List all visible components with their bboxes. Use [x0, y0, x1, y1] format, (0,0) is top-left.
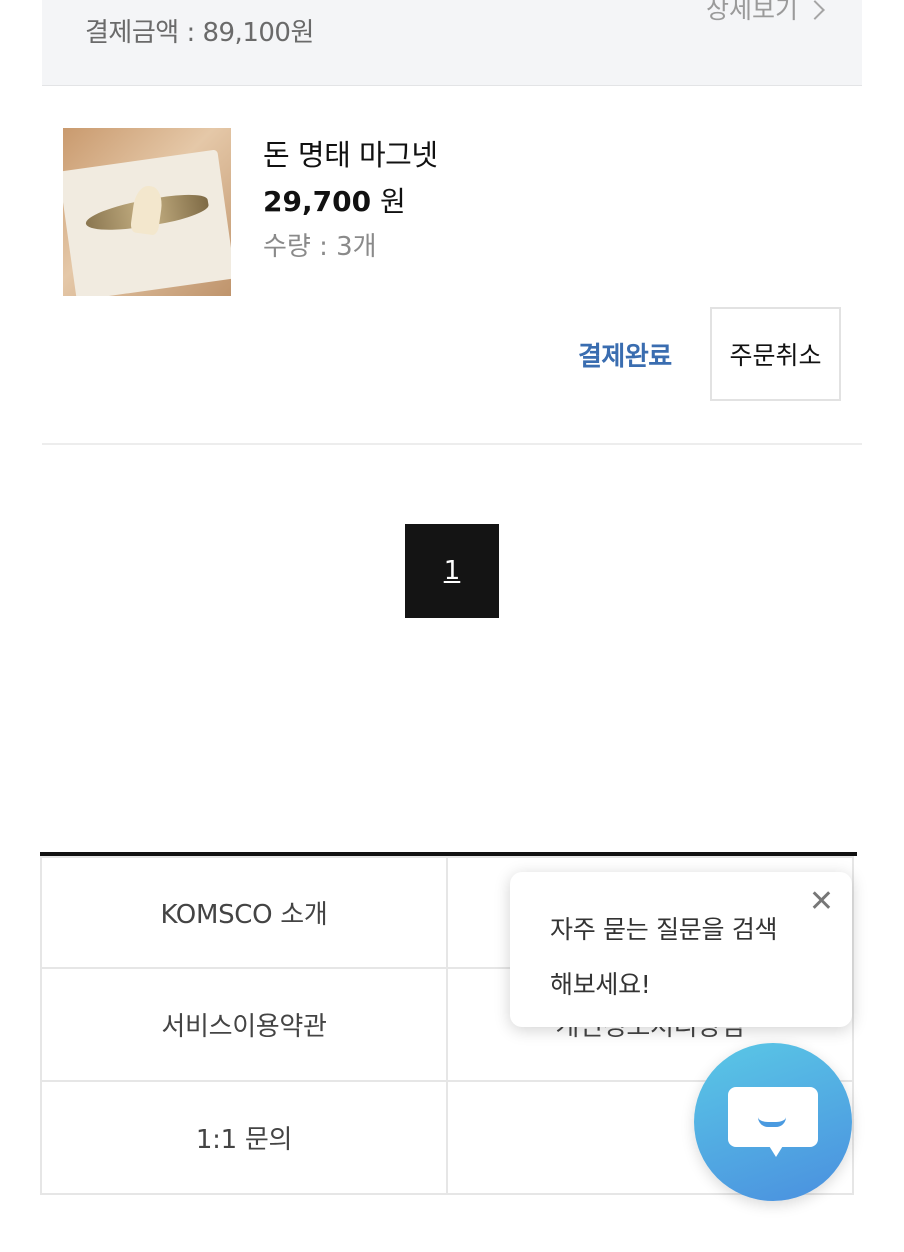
- faq-search-tooltip: 자주 묻는 질문을 검색 해보세요! ✕: [510, 872, 852, 1027]
- page-button-current[interactable]: 1: [405, 524, 499, 618]
- view-details-label: 상세보기: [705, 0, 798, 24]
- tooltip-line-2: 해보세요!: [550, 970, 651, 999]
- product-thumbnail[interactable]: [63, 128, 231, 296]
- close-icon[interactable]: ✕: [809, 884, 834, 919]
- order-summary-bar: 결제금액 : 89,100원 상세보기: [42, 0, 862, 86]
- product-name[interactable]: 돈 명태 마그넷: [263, 132, 438, 174]
- footer-link-terms[interactable]: 서비스이용약관: [40, 969, 448, 1082]
- chat-button[interactable]: [694, 1043, 852, 1201]
- item-divider: [42, 443, 862, 445]
- footer-link-komsco-intro[interactable]: KOMSCO 소개: [40, 856, 448, 969]
- cancel-order-button[interactable]: 주문취소: [710, 307, 841, 401]
- product-quantity: 수량 : 3개: [263, 232, 377, 262]
- price-unit: 원: [371, 185, 406, 218]
- payment-amount: 결제금액 : 89,100원: [85, 18, 314, 48]
- tooltip-line-1: 자주 묻는 질문을 검색: [550, 915, 778, 944]
- order-status: 결제완료: [578, 342, 672, 372]
- chat-bubble-tail: [766, 1141, 786, 1157]
- product-price: 29,700 원: [263, 180, 406, 220]
- footer-link-inquiry[interactable]: 1:1 문의: [40, 1082, 448, 1195]
- chevron-right-icon: [805, 0, 825, 20]
- price-value: 29,700: [263, 185, 372, 218]
- view-details-link[interactable]: 상세보기: [705, 0, 825, 26]
